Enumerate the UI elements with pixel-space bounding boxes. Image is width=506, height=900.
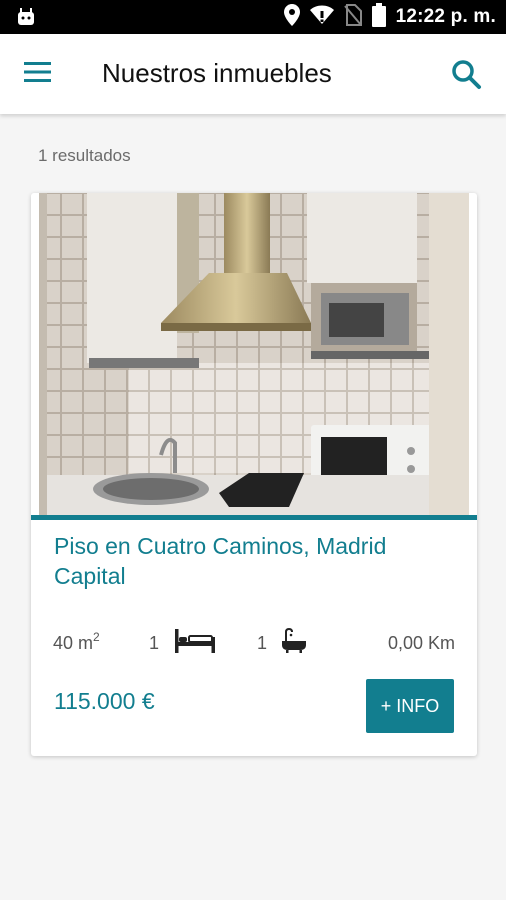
distance-feature: 0,00 Km bbox=[388, 629, 455, 657]
listing-price: 115.000 € bbox=[54, 688, 155, 714]
listing-card[interactable]: Piso en Cuatro Caminos, Madrid Capital 4… bbox=[31, 193, 477, 756]
results-count: 1 resultados bbox=[38, 146, 131, 165]
bathtub-icon bbox=[281, 627, 307, 659]
no-sim-icon bbox=[343, 3, 362, 31]
area-value: 40 m bbox=[53, 632, 94, 653]
more-info-button[interactable]: + INFO bbox=[366, 679, 454, 733]
search-icon[interactable] bbox=[450, 58, 484, 92]
area-feature: 40 m2 bbox=[53, 629, 100, 657]
bedrooms-feature: 1 bbox=[149, 628, 216, 658]
bathrooms-feature: 1 bbox=[257, 627, 307, 659]
distance-value: 0,00 Km bbox=[387, 632, 455, 653]
android-debug-icon bbox=[16, 7, 36, 32]
bedrooms-value: 1 bbox=[149, 632, 160, 653]
menu-icon[interactable] bbox=[24, 61, 54, 87]
photo-divider bbox=[31, 515, 477, 520]
location-icon bbox=[283, 3, 300, 31]
app-bar: Nuestros inmuebles bbox=[0, 34, 506, 114]
area-unit-superscript: 2 bbox=[93, 630, 100, 644]
status-bar: 12:22 p. m. bbox=[0, 0, 506, 34]
bathrooms-value: 1 bbox=[257, 632, 268, 653]
bed-icon bbox=[175, 628, 216, 658]
wifi-icon bbox=[309, 5, 334, 30]
listing-title[interactable]: Piso en Cuatro Caminos, Madrid Capital bbox=[54, 531, 454, 591]
page-title: Nuestros inmuebles bbox=[102, 58, 332, 88]
listing-photo[interactable] bbox=[39, 193, 469, 515]
listing-features: 40 m2 1 1 0,00 Km bbox=[53, 627, 455, 659]
battery-icon bbox=[371, 2, 386, 32]
status-time: 12:22 p. m. bbox=[395, 6, 496, 27]
